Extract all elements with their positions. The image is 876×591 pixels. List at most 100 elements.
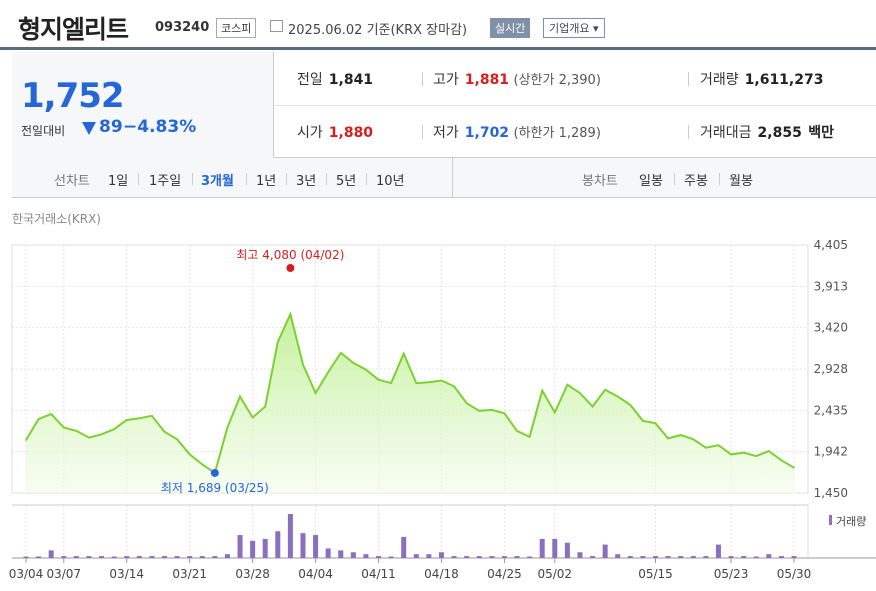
volume-bar — [552, 538, 558, 558]
volume-bar — [514, 556, 520, 558]
price-point — [780, 459, 783, 462]
volume-bar — [728, 556, 734, 558]
volume-bar — [61, 556, 67, 558]
price-point — [113, 428, 115, 431]
price-point — [478, 409, 481, 412]
price-point — [679, 434, 682, 436]
price-point — [226, 426, 229, 429]
volume-bar — [300, 533, 306, 558]
volume-bar — [250, 540, 256, 558]
volume-bar — [23, 556, 29, 558]
volume-bar — [602, 544, 608, 558]
price-point — [642, 420, 644, 422]
price-point — [138, 417, 141, 420]
volume-bar — [690, 556, 696, 558]
volume-bar — [464, 556, 470, 558]
price-point — [692, 438, 695, 441]
price-point — [75, 430, 78, 432]
volume-bar — [426, 554, 432, 558]
price-point — [37, 418, 40, 420]
volume-bar — [590, 556, 596, 558]
price-chart: 최고 4,080 (04/02) 최저 1,689 (03/25) 거래량 4,4… — [9, 238, 876, 581]
x-tick-label: 04/18 — [424, 567, 459, 581]
price-point — [163, 430, 166, 433]
price-point — [717, 444, 720, 446]
volume-bar — [640, 556, 646, 558]
price-point — [541, 389, 543, 392]
volume-bar — [136, 556, 142, 558]
volume-bar — [766, 554, 772, 558]
volume-bar — [653, 556, 659, 558]
price-point — [616, 395, 619, 398]
x-tick-label: 05/02 — [537, 567, 572, 581]
price-point — [491, 409, 493, 411]
volume-bar — [753, 556, 759, 558]
y-tick-label: 2,928 — [814, 362, 848, 376]
price-point — [503, 412, 506, 415]
price-point — [428, 381, 430, 384]
price-point — [289, 313, 292, 316]
price-point — [125, 419, 128, 421]
volume-bar — [363, 554, 369, 558]
price-point — [264, 405, 267, 408]
price-point — [465, 402, 468, 404]
volume-bar — [262, 538, 268, 558]
price-point — [251, 416, 254, 419]
volume-bar — [174, 556, 180, 558]
x-tick-label: 03/04 — [9, 567, 44, 581]
x-tick-label: 05/23 — [714, 567, 749, 581]
price-point — [730, 453, 732, 456]
volume-bar — [564, 542, 570, 558]
price-point — [453, 385, 455, 388]
max-label: 최고 4,080 (04/02) — [236, 248, 344, 262]
price-point — [705, 446, 707, 449]
price-point — [339, 352, 342, 354]
volume-bar — [149, 556, 155, 558]
price-point — [50, 413, 52, 415]
volume-bar — [287, 514, 293, 558]
max-marker — [286, 264, 295, 272]
price-point — [667, 437, 669, 440]
volume-bar — [401, 536, 407, 558]
volume-bar — [313, 535, 319, 558]
volume-bar — [338, 550, 344, 558]
min-marker — [210, 468, 219, 477]
volume-bar — [187, 556, 193, 558]
volume-bar — [48, 550, 54, 558]
price-point — [516, 430, 518, 432]
volume-bar — [438, 552, 444, 558]
price-point — [201, 463, 204, 466]
price-point — [377, 378, 380, 381]
volume-bar — [237, 535, 243, 558]
volume-bar — [388, 556, 394, 558]
x-tick-label: 03/07 — [46, 567, 81, 581]
price-point — [176, 438, 178, 441]
price-point — [365, 368, 367, 371]
y-tick-label: 3,420 — [814, 321, 848, 335]
y-tick-label: 3,913 — [814, 279, 848, 293]
volume-bar — [325, 548, 331, 558]
volume-bar — [124, 556, 130, 558]
x-tick-label: 03/28 — [235, 567, 270, 581]
price-point — [327, 371, 329, 373]
volume-bar — [376, 556, 382, 558]
volume-bar — [413, 554, 419, 558]
price-point — [314, 392, 317, 394]
volume-legend-swatch — [829, 515, 832, 525]
x-tick-label: 03/14 — [109, 567, 144, 581]
y-tick-label: 1,942 — [814, 445, 848, 459]
volume-bar — [199, 556, 205, 558]
volume-bar — [476, 556, 482, 558]
volume-bar — [527, 556, 533, 558]
price-point — [742, 451, 745, 454]
volume-bar — [451, 556, 457, 558]
x-tick-label: 05/30 — [777, 567, 812, 581]
volume-bar — [615, 554, 621, 558]
price-point — [654, 422, 657, 425]
volume-bar — [489, 556, 495, 558]
volume-bar — [501, 556, 507, 558]
volume-bar — [577, 552, 583, 558]
price-point — [151, 414, 153, 417]
volume-bar — [275, 531, 281, 558]
price-point — [579, 392, 581, 394]
